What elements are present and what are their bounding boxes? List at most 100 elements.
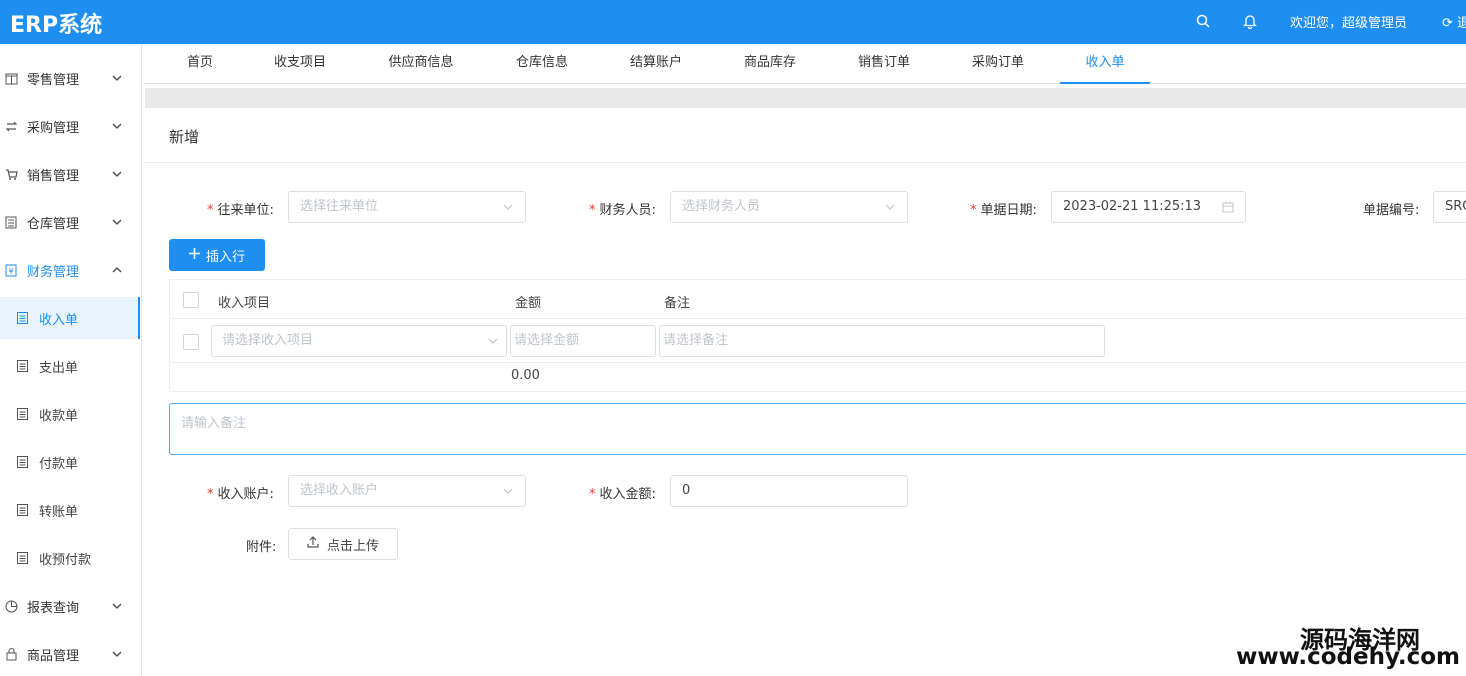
sidebar-item-income-bill[interactable]: 收入单 xyxy=(0,297,140,339)
bill-number-field[interactable]: SRO xyxy=(1433,191,1466,223)
partner-label: * 往来单位: xyxy=(207,203,274,218)
logout-label: 退 xyxy=(1457,16,1466,31)
chevron-down-icon xyxy=(488,326,498,356)
column-header: 收入项目 xyxy=(218,296,271,311)
bell-icon[interactable] xyxy=(1240,11,1260,31)
staff-select[interactable]: 选择财务人员 xyxy=(670,191,908,223)
search-icon[interactable] xyxy=(1193,11,1213,31)
chevron-down-icon xyxy=(112,73,122,83)
sidebar-item-label: 仓库管理 xyxy=(27,216,80,232)
income-item-select[interactable]: 请选择收入项目 xyxy=(211,325,507,357)
table-divider xyxy=(170,362,1466,363)
tab-income-bill[interactable]: 收入单 xyxy=(1060,44,1150,84)
amount-label: * 收入金额: xyxy=(589,487,656,502)
required-mark: * xyxy=(589,203,596,218)
amount-input[interactable]: 请选择金额 xyxy=(510,325,656,357)
sidebar-item-goods[interactable]: 商品管理 xyxy=(0,630,140,676)
sidebar-item-sales[interactable]: 销售管理 xyxy=(0,150,140,198)
upload-button[interactable]: 点击上传 xyxy=(288,528,398,560)
required-mark: * xyxy=(589,487,596,502)
date-picker[interactable]: 2023-02-21 11:25:13 xyxy=(1051,191,1246,223)
insert-row-button[interactable]: 插入行 xyxy=(169,239,265,271)
sidebar-item-label: 采购管理 xyxy=(27,120,80,136)
sidebar-item-label: 收款单 xyxy=(39,408,79,424)
welcome-text[interactable]: 欢迎您，超级管理员 xyxy=(1290,12,1407,31)
warehouse-icon xyxy=(4,215,18,229)
row-checkbox[interactable] xyxy=(183,334,199,350)
document-icon xyxy=(16,456,28,468)
sidebar-item-transfer-bill[interactable]: 转账单 xyxy=(0,489,140,531)
sidebar-item-finance[interactable]: ¥ 财务管理 xyxy=(0,246,140,294)
table-divider xyxy=(170,318,1466,319)
upload-icon xyxy=(307,536,319,552)
svg-text:¥: ¥ xyxy=(8,267,13,276)
document-icon xyxy=(16,408,28,420)
chevron-down-icon xyxy=(112,169,122,179)
chevron-down-icon xyxy=(112,601,122,611)
sidebar-item-label: 报表查询 xyxy=(27,600,80,616)
chevron-up-icon xyxy=(112,265,122,275)
sidebar-item-label: 收入单 xyxy=(39,312,79,328)
tab-bar: 首页 收支项目 供应商信息 仓库信息 结算账户 商品库存 销售订单 采购订单 收… xyxy=(143,44,1466,84)
logout-icon: ⟳ xyxy=(1442,16,1453,31)
sidebar-item-reports[interactable]: 报表查询 xyxy=(0,582,140,630)
goods-icon xyxy=(4,647,18,661)
sidebar-item-expense-bill[interactable]: 支出单 xyxy=(0,345,140,387)
staff-label: * 财务人员: xyxy=(589,203,656,218)
tab-warehouse-info[interactable]: 仓库信息 xyxy=(507,44,577,84)
tab-income-items[interactable]: 收支项目 xyxy=(265,44,335,84)
document-icon xyxy=(16,552,28,564)
tab-settlement-account[interactable]: 结算账户 xyxy=(621,44,691,84)
chart-icon xyxy=(4,599,18,613)
remark-textarea[interactable]: 请输入备注 xyxy=(169,403,1466,455)
content-gap xyxy=(145,88,1466,108)
plus-icon xyxy=(188,247,200,263)
income-items-table: 收入项目 金额 备注 请选择收入项目 请选择金额 请选择备注 0.00 xyxy=(169,279,1466,392)
tab-home[interactable]: 首页 xyxy=(175,44,225,84)
tab-sales-order[interactable]: 销售订单 xyxy=(849,44,919,84)
document-icon xyxy=(16,360,28,372)
sidebar-item-purchase[interactable]: 采购管理 xyxy=(0,102,140,150)
number-label: 单据编号: xyxy=(1363,203,1420,218)
amount-total: 0.00 xyxy=(511,368,540,383)
sidebar-item-warehouse[interactable]: 仓库管理 xyxy=(0,198,140,246)
column-header: 备注 xyxy=(664,296,691,311)
chevron-down-icon xyxy=(112,121,122,131)
top-bar: ERP系统 欢迎您，超级管理员 ⟳ 退 xyxy=(0,0,1466,44)
sidebar: 零售管理 采购管理 销售管理 仓库管理 ¥ 财务管理 收入单 支出单 收款单 付… xyxy=(0,44,142,676)
sidebar-item-label: 收预付款 xyxy=(39,552,92,568)
sidebar-item-retail[interactable]: 零售管理 xyxy=(0,54,140,102)
chevron-down-icon xyxy=(883,192,897,222)
required-mark: * xyxy=(207,487,214,502)
card-divider xyxy=(145,162,1466,163)
income-amount-input[interactable]: 0 xyxy=(670,475,908,507)
document-icon xyxy=(16,312,28,324)
sidebar-item-receipt-bill[interactable]: 收款单 xyxy=(0,393,140,435)
attachment-label: 附件: xyxy=(246,540,277,555)
chevron-down-icon xyxy=(501,192,515,222)
chevron-down-icon xyxy=(112,649,122,659)
income-account-select[interactable]: 选择收入账户 xyxy=(288,475,526,507)
sidebar-item-label: 支出单 xyxy=(39,360,79,376)
logout-button[interactable]: ⟳ 退 xyxy=(1442,12,1466,31)
purchase-icon xyxy=(4,119,18,133)
row-remark-input[interactable]: 请选择备注 xyxy=(659,325,1105,357)
date-label: * 单据日期: xyxy=(970,203,1037,218)
calendar-icon xyxy=(1221,192,1235,222)
sidebar-item-label: 财务管理 xyxy=(27,264,80,280)
required-mark: * xyxy=(207,203,214,218)
tab-supplier-info[interactable]: 供应商信息 xyxy=(379,44,463,84)
tab-goods-stock[interactable]: 商品库存 xyxy=(735,44,805,84)
sidebar-item-label: 销售管理 xyxy=(27,168,80,184)
sidebar-item-advance-payment[interactable]: 收预付款 xyxy=(0,537,140,579)
sidebar-item-payment-bill[interactable]: 付款单 xyxy=(0,441,140,483)
partner-select[interactable]: 选择往来单位 xyxy=(288,191,526,223)
retail-icon xyxy=(4,71,18,85)
chevron-down-icon xyxy=(112,217,122,227)
account-label: * 收入账户: xyxy=(207,487,274,502)
sidebar-item-label: 转账单 xyxy=(39,504,79,520)
brand-title: ERP系统 xyxy=(10,13,103,38)
document-icon xyxy=(16,504,28,516)
select-all-checkbox[interactable] xyxy=(183,292,199,308)
tab-purchase-order[interactable]: 采购订单 xyxy=(963,44,1033,84)
